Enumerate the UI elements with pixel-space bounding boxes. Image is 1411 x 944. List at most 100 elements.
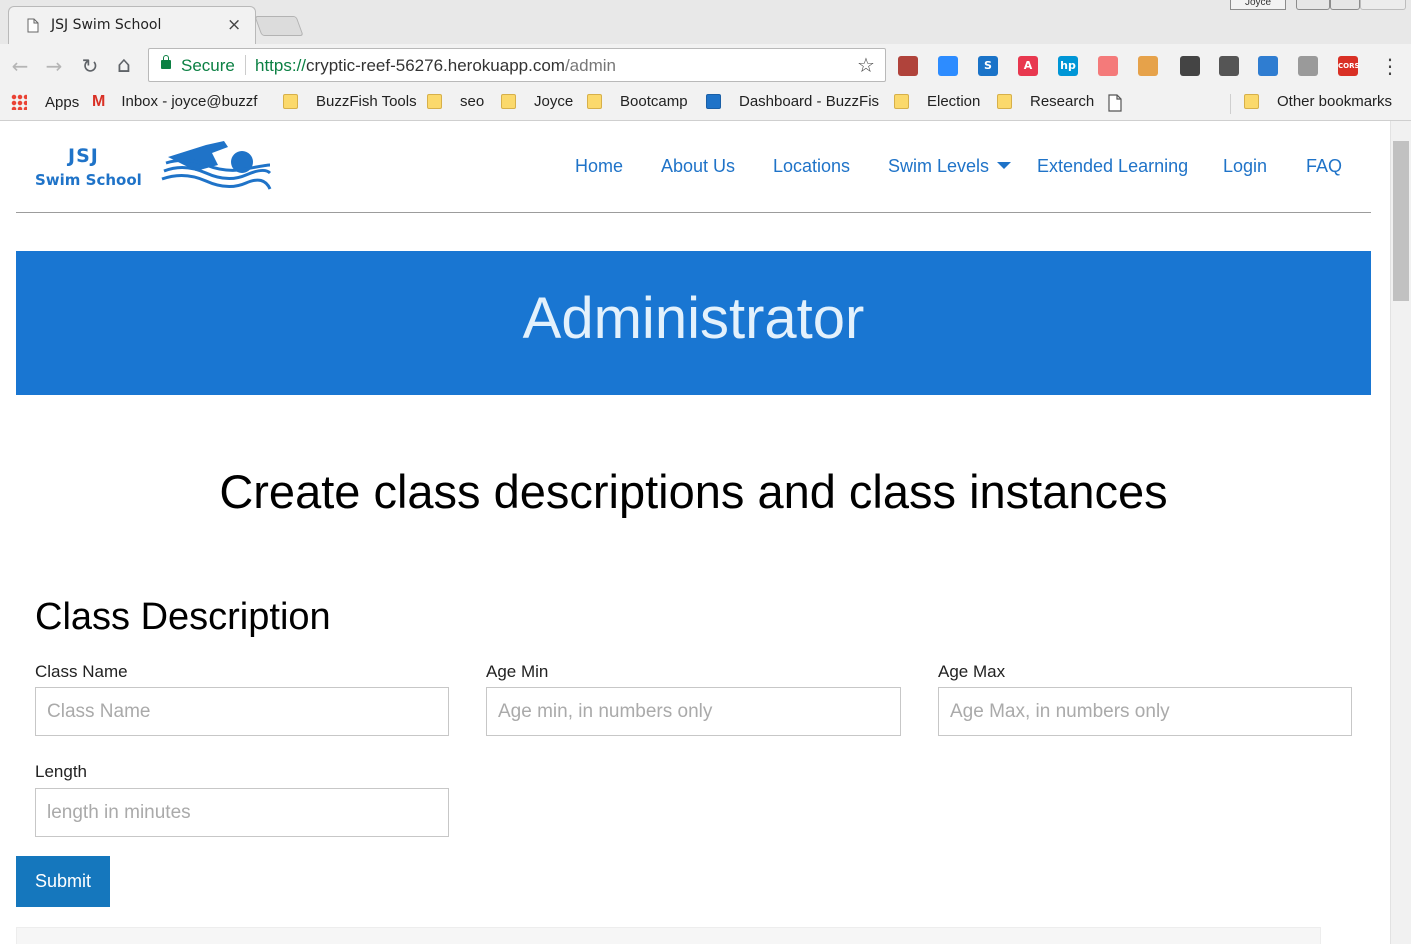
page-bookmark-icon[interactable] [1108,94,1122,112]
bookmark-label: Joyce [534,93,574,110]
bookmark-apps[interactable]: Apps [11,94,79,114]
url-path: /admin [564,56,616,75]
eyedropper-icon[interactable] [1180,56,1200,76]
bookmark-label: seo [460,93,485,110]
page-content: JSJ Swim School Home About Us Locations … [0,121,1390,944]
nav-locations[interactable]: Locations [773,156,850,177]
wrench-icon[interactable] [1138,56,1158,76]
arrow-ext-icon[interactable] [1098,56,1118,76]
site-navbar: JSJ Swim School Home About Us Locations … [16,121,1371,213]
url-text[interactable]: https://cryptic-reef-56276.herokuapp.com… [255,56,616,76]
page-title: Administrator [522,286,865,351]
lock-icon [161,55,171,69]
submit-button[interactable]: Submit [16,856,110,907]
secure-label: Secure [181,56,235,75]
maximize-button[interactable] [1330,0,1360,10]
folder-icon [427,94,442,109]
bookmark-election[interactable]: Election [894,94,980,114]
age-min-label: Age Min [486,662,549,681]
folder-icon [997,94,1012,109]
s-icon[interactable]: S [978,56,998,76]
bookmark-bootcamp[interactable]: Bootcamp [587,94,688,114]
tab-strip: JSJ Swim School × Joyce [0,0,1411,44]
reload-icon[interactable]: ↻ [78,54,102,78]
nav-swim-levels-label: Swim Levels [888,156,990,176]
gmail-icon: M [92,93,106,110]
address-bar[interactable]: Secure https://cryptic-reef-56276.heroku… [148,48,886,82]
bookmark-label: Bootcamp [620,93,688,110]
caret-down-icon [997,162,1012,169]
url-scheme: https:// [255,56,307,75]
forward-arrow-icon[interactable]: → [42,54,66,78]
age-max-label: Age Max [938,662,1006,681]
class-name-input[interactable] [35,687,449,736]
scrollbar-thumb[interactable] [1393,141,1409,301]
bookmark-inbox[interactable]: M Inbox - joyce@buzzf [92,94,257,114]
bookmarks-separator [1230,94,1231,114]
new-tab-button[interactable] [254,16,304,36]
nav-about[interactable]: About Us [661,156,735,177]
hero-banner: Administrator [16,251,1371,395]
bookmark-label: BuzzFish Tools [316,93,417,110]
close-tab-icon[interactable]: × [227,15,241,35]
age-min-input[interactable] [486,687,901,736]
age-max-input[interactable] [938,687,1352,736]
browser-tab[interactable]: JSJ Swim School × [8,6,256,44]
nav-login[interactable]: Login [1223,156,1267,177]
bookmark-other[interactable]: Other bookmarks [1244,94,1392,114]
address-separator [245,55,246,75]
page-icon [27,18,39,33]
apps-grid-icon [11,94,27,110]
bookmark-star-icon[interactable]: ☆ [857,53,875,77]
bookmark-seo[interactable]: seo [427,94,484,114]
folder-icon [501,94,516,109]
class-name-label: Class Name [35,662,128,681]
minimize-button[interactable] [1296,0,1330,10]
bookmark-label: Apps [45,94,80,111]
folder-icon [283,94,298,109]
dashboard-icon [706,94,721,109]
page-subtitle: Create class descriptions and class inst… [219,465,1168,518]
swap-icon[interactable] [1258,56,1278,76]
bookmark-label: Inbox - joyce@buzzf [121,93,258,110]
cors-icon[interactable]: CORS [1338,56,1360,76]
zoom-icon[interactable] [938,56,958,76]
url-host: cryptic-reef-56276.herokuapp.com [306,56,565,75]
tab-title: JSJ Swim School [51,17,162,33]
bookmarks-bar: Apps M Inbox - joyce@buzzf BuzzFish Tools… [0,88,1411,121]
nav-faq[interactable]: FAQ [1306,156,1342,177]
hp-icon[interactable]: hp [1058,56,1078,76]
home-icon[interactable]: ⌂ [112,54,136,78]
acrobat-icon[interactable] [898,56,918,76]
nav-extended-learning[interactable]: Extended Learning [1037,156,1188,177]
section-title: Class Description [35,596,331,638]
class-instance-panel [16,927,1321,944]
page-scrollbar[interactable] [1390,121,1411,944]
swimmer-icon [161,141,272,190]
bookmark-research[interactable]: Research [997,94,1094,114]
browser-menu-icon[interactable]: ⋮ [1380,54,1400,78]
nav-home[interactable]: Home [575,156,623,177]
bookmark-label: Other bookmarks [1277,93,1393,110]
screenshot-icon[interactable] [1219,56,1239,76]
back-arrow-icon[interactable]: ← [8,54,32,78]
browser-chrome: JSJ Swim School × Joyce ← → ↻ ⌂ Secure h… [0,0,1411,121]
folder-icon [1244,94,1259,109]
profile-button[interactable]: Joyce [1230,0,1286,10]
bookmark-label: Research [1030,93,1095,110]
folder-icon [587,94,602,109]
length-input[interactable] [35,788,449,837]
bookmark-buzzfish-tools[interactable]: BuzzFish Tools [283,94,417,114]
bookmark-label: Election [927,93,981,110]
length-label: Length [35,762,87,781]
logo-text-jsj: JSJ [68,145,99,167]
bookmark-dashboard[interactable]: Dashboard - BuzzFis [706,94,879,114]
browser-toolbar: ← → ↻ ⌂ Secure https://cryptic-reef-5627… [0,44,1411,88]
folder-icon [894,94,909,109]
nav-swim-levels[interactable]: Swim Levels [888,156,1012,177]
a-icon[interactable]: A [1018,56,1038,76]
close-window-button[interactable] [1360,0,1406,10]
site-logo[interactable]: JSJ Swim School [34,135,274,195]
json-icon[interactable] [1298,56,1318,76]
bookmark-joyce[interactable]: Joyce [501,94,573,114]
